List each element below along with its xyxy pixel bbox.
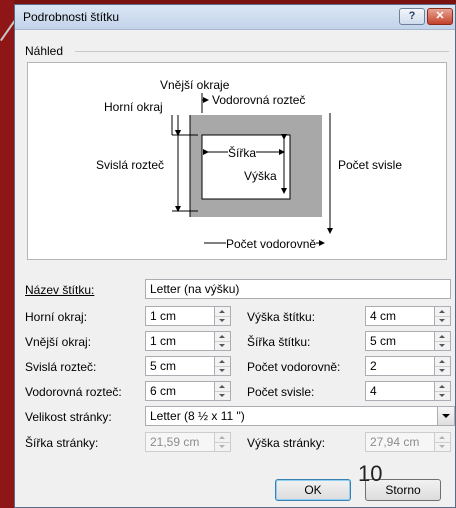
label-cell-shape	[201, 134, 291, 200]
title-bar: Podrobnosti štítku ? ✕	[15, 5, 455, 30]
label-width-spinner[interactable]	[435, 331, 451, 351]
spin-down-icon[interactable]	[435, 366, 450, 375]
vertical-pitch-field-label: Svislá rozteč:	[25, 360, 97, 374]
page-size-select[interactable]: Letter (8 ½ x 11 ")	[145, 406, 438, 426]
top-margin-input[interactable]: 1 cm	[145, 306, 215, 326]
outer-margin-label: Vnější okraje	[160, 78, 230, 92]
count-vertical-label: Počet svisle	[338, 158, 403, 172]
preview-group-label: Náhled	[25, 44, 64, 58]
page-size-field-label: Velikost stránky:	[25, 410, 112, 424]
horizontal-pitch-field-label: Vodorovná rozteč:	[25, 385, 122, 399]
close-button[interactable]: ✕	[427, 8, 453, 25]
count-down-spinner[interactable]	[435, 381, 451, 401]
spin-down-icon[interactable]	[215, 391, 230, 400]
spin-down-icon	[435, 442, 450, 451]
page-height-input: 27,94 cm	[365, 432, 435, 452]
label-width-field-label: Šířka štítku:	[247, 335, 311, 349]
label-height-input[interactable]: 4 cm	[365, 306, 435, 326]
width-label: Šířka	[228, 146, 257, 160]
side-margin-input[interactable]: 1 cm	[145, 331, 215, 351]
horizontal-pitch-spinner[interactable]	[215, 381, 231, 401]
count-down-input[interactable]: 4	[365, 381, 435, 401]
vertical-pitch-spinner[interactable]	[215, 356, 231, 376]
label-details-dialog: Podrobnosti štítku ? ✕ Náhled Vnější okr…	[14, 4, 456, 508]
chevron-down-icon[interactable]	[438, 406, 455, 426]
top-margin-spinner[interactable]	[215, 306, 231, 326]
label-name-input[interactable]: Letter (na výšku)	[145, 279, 451, 299]
label-height-field-label: Výška štítku:	[247, 310, 316, 324]
overlay-number: 10	[358, 461, 383, 486]
background-stripe	[0, 0, 14, 508]
spin-down-icon[interactable]	[215, 316, 230, 325]
spin-down-icon[interactable]	[435, 391, 450, 400]
group-divider	[75, 51, 449, 52]
spin-down-icon[interactable]	[435, 316, 450, 325]
vertical-pitch-label: Svislá rozteč	[96, 158, 165, 172]
page-width-input: 21,59 cm	[145, 432, 215, 452]
preview-panel: Vnější okraje Vodorovná rozteč Horní okr…	[27, 62, 447, 260]
spin-down-icon	[215, 442, 230, 451]
page-width-spinner	[215, 432, 231, 452]
page-width-field-label: Šířka stránky:	[25, 436, 99, 450]
horizontal-pitch-label: Vodorovná rozteč	[212, 93, 306, 107]
label-name-label: Název štítku:	[25, 283, 95, 297]
vertical-pitch-input[interactable]: 5 cm	[145, 356, 215, 376]
top-margin-label: Horní okraj	[104, 100, 163, 114]
close-icon: ✕	[435, 10, 445, 22]
count-horizontal-label: Počet vodorovně	[226, 237, 317, 251]
help-icon: ?	[408, 10, 416, 22]
count-across-spinner[interactable]	[435, 356, 451, 376]
spin-down-icon[interactable]	[435, 341, 450, 350]
dialog-title: Podrobnosti štítku	[23, 10, 120, 24]
label-width-input[interactable]: 5 cm	[365, 331, 435, 351]
count-across-input[interactable]: 2	[365, 356, 435, 376]
horizontal-pitch-input[interactable]: 6 cm	[145, 381, 215, 401]
height-label: Výška	[244, 169, 277, 183]
page-height-spinner	[435, 432, 451, 452]
top-margin-field-label: Horní okraj:	[25, 310, 88, 324]
label-height-spinner[interactable]	[435, 306, 451, 326]
spin-down-icon[interactable]	[215, 341, 230, 350]
side-margin-spinner[interactable]	[215, 331, 231, 351]
spin-down-icon[interactable]	[215, 366, 230, 375]
count-across-field-label: Počet vodorovně:	[247, 360, 341, 374]
page-height-field-label: Výška stránky:	[247, 436, 326, 450]
count-down-field-label: Počet svisle:	[247, 385, 315, 399]
side-margin-field-label: Vnější okraj:	[25, 335, 92, 349]
ok-button[interactable]: OK	[275, 479, 351, 501]
help-button[interactable]: ?	[399, 8, 425, 25]
